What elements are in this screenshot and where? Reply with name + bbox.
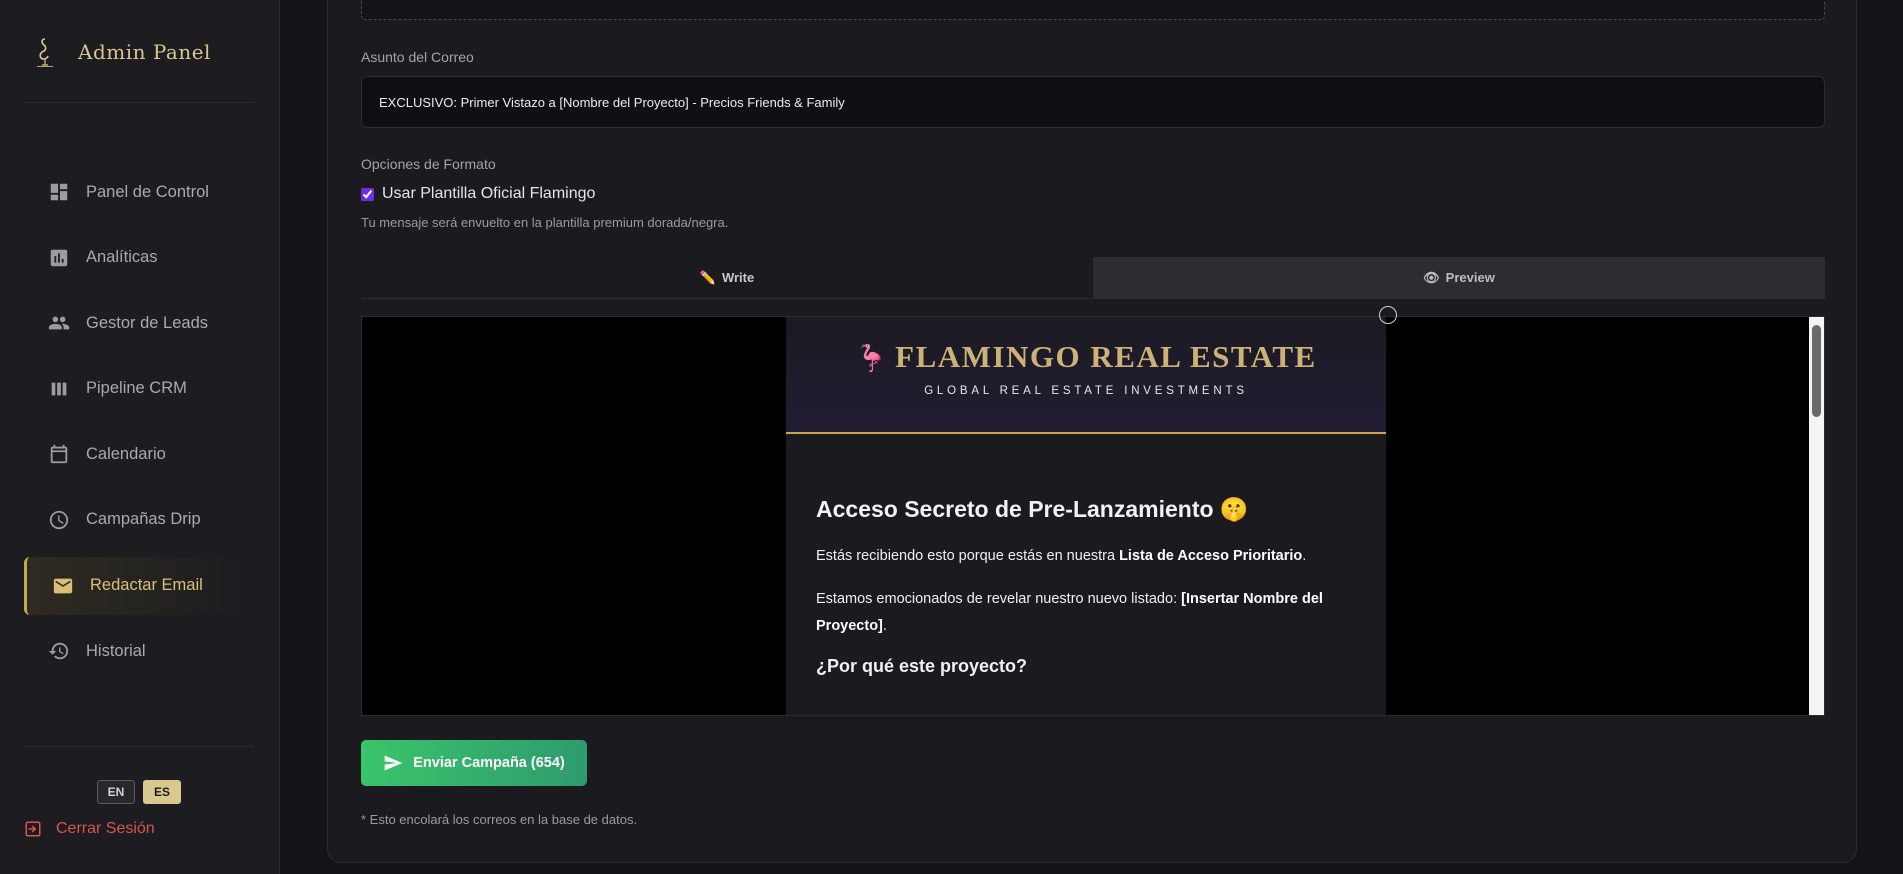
lang-en-button[interactable]: EN <box>97 780 135 804</box>
people-icon <box>48 316 70 330</box>
tab-write-label: Write <box>721 270 755 285</box>
email-brand: 🦩 FLAMINGO REAL ESTATE <box>786 339 1386 375</box>
flamingo-icon: 🦩 <box>855 344 890 373</box>
sidebar-item-gestor-de-leads[interactable]: Gestor de Leads <box>24 294 254 352</box>
sidebar-item-label: Historial <box>86 641 146 660</box>
template-checkbox[interactable] <box>361 187 374 201</box>
cursor-indicator <box>1379 306 1397 324</box>
clock-icon <box>49 510 69 530</box>
divider <box>24 746 254 747</box>
text: Estamos emocionados de revelar nuestro n… <box>816 591 1182 607</box>
email-body: Acceso Secreto de Pre-Lanzamiento 🤫 Está… <box>786 496 1386 677</box>
subject-label: Asunto del Correo <box>361 49 474 65</box>
scrollbar-thumb[interactable] <box>1812 325 1821 417</box>
sidebar-item-historial[interactable]: Historial <box>24 622 254 680</box>
sidebar-item-label: Pipeline CRM <box>86 379 187 398</box>
email-template: 🦩 FLAMINGO REAL ESTATE GLOBAL REAL ESTATE… <box>786 317 1386 715</box>
preview-scrollbar[interactable] <box>1809 317 1824 715</box>
email-paragraph: Estás recibiendo esto porque estás en nu… <box>816 543 1356 570</box>
brand: Admin Panel <box>28 34 211 70</box>
logout-icon <box>25 821 41 837</box>
template-checkbox-label[interactable]: Usar Plantilla Oficial Flamingo <box>382 185 595 203</box>
sidebar-item-label: Analíticas <box>86 248 158 267</box>
logout-button[interactable]: Cerrar Sesión <box>24 820 155 838</box>
sidebar-item-label: Redactar Email <box>90 576 203 595</box>
email-heading: Acceso Secreto de Pre-Lanzamiento 🤫 <box>816 496 1249 522</box>
dashboard-icon <box>50 183 68 201</box>
send-icon <box>384 755 403 771</box>
columns-icon <box>51 382 67 396</box>
email-preview-frame[interactable]: 🦩 FLAMINGO REAL ESTATE GLOBAL REAL ESTATE… <box>361 316 1825 716</box>
text: . <box>1302 548 1307 564</box>
editor-tabs: ✏️ Write 👁 Preview <box>361 257 1825 299</box>
send-campaign-label: Enviar Campaña (654) <box>413 755 565 771</box>
lang-es-button[interactable]: ES <box>143 780 181 804</box>
sidebar-item-label: Campañas Drip <box>86 510 201 529</box>
email-header: 🦩 FLAMINGO REAL ESTATE GLOBAL REAL ESTATE… <box>786 317 1386 434</box>
divider <box>24 102 254 103</box>
send-campaign-button[interactable]: Enviar Campaña (654) <box>361 740 587 786</box>
sidebar-item-panel-de-control[interactable]: Panel de Control <box>24 163 254 221</box>
logout-label: Cerrar Sesión <box>56 820 155 837</box>
tab-preview-label: Preview <box>1445 270 1495 285</box>
eye-icon: 👁 <box>1423 269 1440 285</box>
tab-preview[interactable]: 👁 Preview <box>1093 257 1825 298</box>
tab-write[interactable]: ✏️ Write <box>361 257 1093 298</box>
subject-input[interactable] <box>361 76 1825 128</box>
sidebar-item-redactar-email[interactable]: Redactar Email <box>24 556 254 615</box>
sidebar-item-calendario[interactable]: Calendario <box>24 425 254 483</box>
calendar-icon <box>50 445 68 464</box>
template-option: Usar Plantilla Oficial Flamingo <box>361 185 595 203</box>
pencil-icon: ✏️ <box>699 269 716 285</box>
upload-dropzone[interactable] <box>361 0 1825 20</box>
text: . <box>882 618 887 634</box>
history-icon <box>48 642 69 660</box>
email-paragraph: Estamos emocionados de revelar nuestro n… <box>816 586 1356 640</box>
template-hint: Tu mensaje será envuelto en la plantilla… <box>361 215 729 230</box>
analytics-icon <box>50 249 68 266</box>
text: Estás recibiendo esto porque estás en nu… <box>816 548 1120 564</box>
sidebar-item-label: Gestor de Leads <box>86 313 208 332</box>
sidebar-nav: Panel de Control Analíticas Gestor de Le… <box>24 163 254 688</box>
mail-icon <box>53 578 73 593</box>
sidebar-item-pipeline-crm[interactable]: Pipeline CRM <box>24 360 254 418</box>
sidebar: Admin Panel Panel de Control Analíticas … <box>0 0 280 874</box>
sidebar-item-label: Panel de Control <box>86 182 209 201</box>
bold-text: Lista de Acceso Prioritario <box>1119 548 1303 564</box>
sidebar-item-analiticas[interactable]: Analíticas <box>24 229 254 287</box>
footnote: * Esto encolará los correos en la base d… <box>361 812 638 827</box>
app-title: Admin Panel <box>78 40 211 64</box>
sidebar-item-label: Calendario <box>86 444 166 463</box>
sidebar-item-campanas-drip[interactable]: Campañas Drip <box>24 491 254 549</box>
email-tagline: GLOBAL REAL ESTATE INVESTMENTS <box>924 385 1248 397</box>
flamingo-logo-icon <box>37 38 53 67</box>
email-subheading: ¿Por qué este proyecto? <box>816 656 1028 676</box>
email-brand-text: FLAMINGO REAL ESTATE <box>895 339 1317 374</box>
language-switcher: EN ES <box>97 780 181 804</box>
format-options-label: Opciones de Formato <box>361 156 496 172</box>
